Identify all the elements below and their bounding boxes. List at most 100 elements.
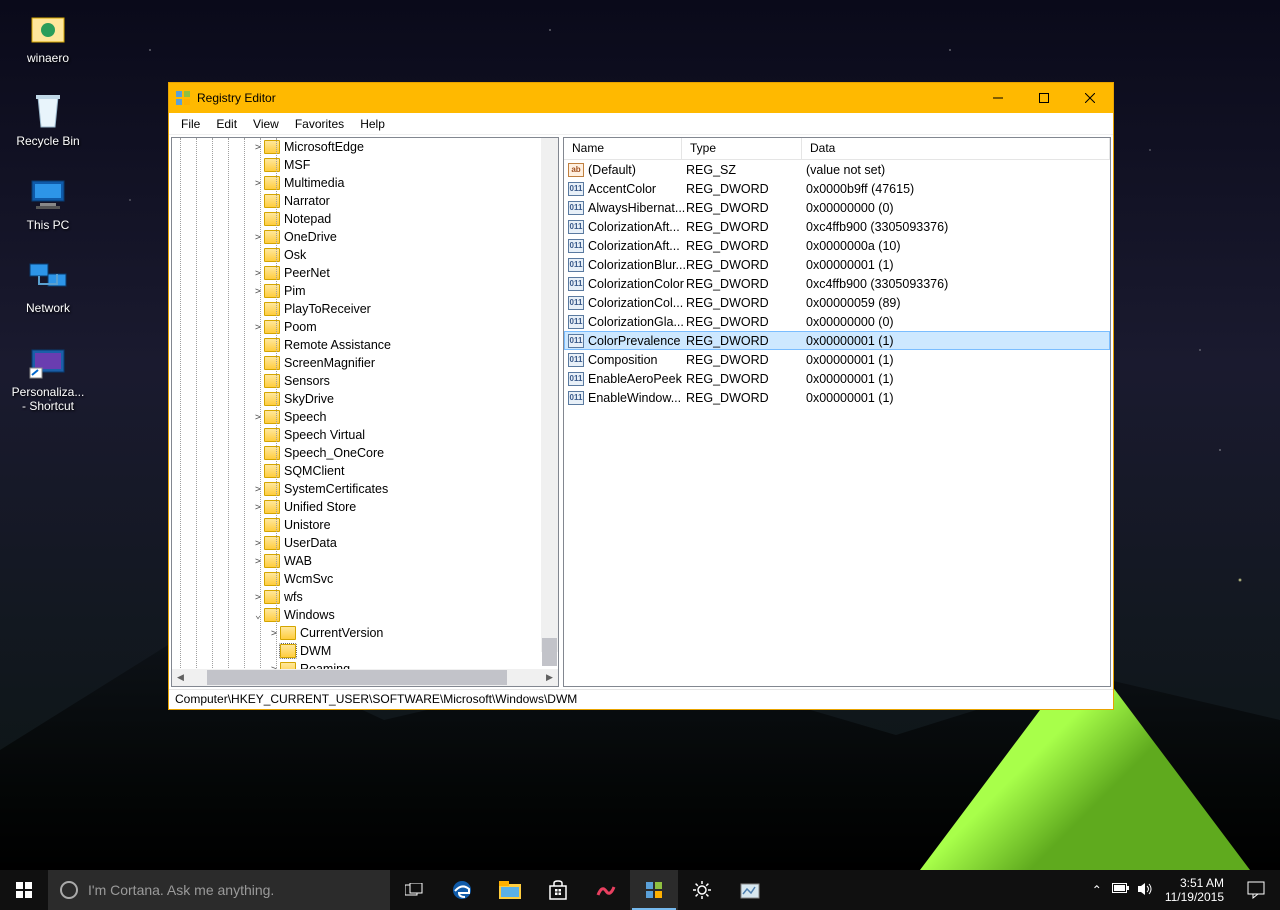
action-center-button[interactable] xyxy=(1232,870,1280,910)
chevron-right-icon[interactable]: > xyxy=(252,556,264,567)
minimize-button[interactable] xyxy=(975,83,1021,113)
start-button[interactable] xyxy=(0,870,48,910)
tray-battery-icon[interactable] xyxy=(1109,883,1133,898)
column-name[interactable]: Name xyxy=(564,138,682,159)
edge-icon xyxy=(451,879,473,901)
file-explorer-icon xyxy=(499,881,521,899)
chevron-right-icon[interactable]: > xyxy=(252,538,264,549)
taskbar-app-edge[interactable] xyxy=(438,870,486,910)
tree-node-label: wfs xyxy=(284,590,303,604)
values-list[interactable]: ab(Default)REG_SZ(value not set)011Accen… xyxy=(564,160,1110,686)
registry-value-row[interactable]: 011ColorizationCol...REG_DWORD0x00000059… xyxy=(564,293,1110,312)
folder-icon xyxy=(264,536,280,550)
taskbar-app-store[interactable] xyxy=(534,870,582,910)
statusbar: Computer\HKEY_CURRENT_USER\SOFTWARE\Micr… xyxy=(169,689,1113,709)
chevron-right-icon[interactable]: > xyxy=(252,484,264,495)
value-name: ColorizationGla... xyxy=(588,315,686,329)
folder-icon xyxy=(264,140,280,154)
tree-node-label: MSF xyxy=(284,158,310,172)
tree-node-label: Poom xyxy=(284,320,317,334)
registry-value-row[interactable]: 011ColorizationBlur...REG_DWORD0x0000000… xyxy=(564,255,1110,274)
registry-value-row[interactable]: 011ColorizationAft...REG_DWORD0xc4ffb900… xyxy=(564,217,1110,236)
tree-vertical-scrollbar[interactable] xyxy=(541,138,558,652)
winaero-icon xyxy=(596,881,616,899)
folder-icon xyxy=(280,644,296,658)
task-view-button[interactable] xyxy=(390,870,438,910)
computer-icon xyxy=(26,175,70,215)
folder-icon xyxy=(264,482,280,496)
close-button[interactable] xyxy=(1067,83,1113,113)
value-data: 0x00000001 (1) xyxy=(806,258,1110,272)
desktop-icon-recycle-bin[interactable]: Recycle Bin xyxy=(8,91,88,148)
chevron-right-icon[interactable]: > xyxy=(252,412,264,423)
registry-value-row[interactable]: 011ColorizationAft...REG_DWORD0x0000000a… xyxy=(564,236,1110,255)
registry-value-row[interactable]: 011ColorizationColorREG_DWORD0xc4ffb900 … xyxy=(564,274,1110,293)
folder-icon xyxy=(264,320,280,334)
chevron-right-icon[interactable]: > xyxy=(252,268,264,279)
taskbar-app-settings[interactable] xyxy=(678,870,726,910)
tree-node-label: PeerNet xyxy=(284,266,330,280)
chevron-right-icon[interactable]: > xyxy=(252,592,264,603)
desktop-icon-personalization-shortcut[interactable]: Personaliza... - Shortcut xyxy=(8,342,88,414)
value-name: AccentColor xyxy=(588,182,686,196)
column-data[interactable]: Data xyxy=(802,138,1110,159)
registry-value-row[interactable]: 011AlwaysHibernat...REG_DWORD0x00000000 … xyxy=(564,198,1110,217)
chevron-down-icon[interactable]: ⌄ xyxy=(252,610,264,621)
desktop-icons: winaero Recycle Bin This PC Network Pers… xyxy=(8,8,88,439)
column-type[interactable]: Type xyxy=(682,138,802,159)
chevron-right-icon[interactable]: > xyxy=(252,232,264,243)
scroll-right-icon[interactable]: ▶ xyxy=(541,669,558,686)
value-type: REG_DWORD xyxy=(686,182,806,196)
value-type: REG_DWORD xyxy=(686,334,806,348)
taskbar-clock[interactable]: 3:51 AM 11/19/2015 xyxy=(1157,876,1232,905)
chevron-right-icon[interactable]: > xyxy=(252,322,264,333)
window-title: Registry Editor xyxy=(197,91,975,105)
taskbar-app-regedit[interactable] xyxy=(630,870,678,910)
titlebar[interactable]: Registry Editor xyxy=(169,83,1113,113)
chevron-right-icon[interactable]: > xyxy=(252,502,264,513)
menu-help[interactable]: Help xyxy=(352,115,393,133)
taskbar-app-generic[interactable] xyxy=(726,870,774,910)
store-icon xyxy=(548,880,568,900)
tray-volume-icon[interactable] xyxy=(1133,882,1157,899)
scroll-left-icon[interactable]: ◀ xyxy=(172,669,189,686)
desktop-icon-winaero[interactable]: winaero xyxy=(8,8,88,65)
chevron-right-icon[interactable]: > xyxy=(252,286,264,297)
taskbar-app-winaero[interactable] xyxy=(582,870,630,910)
tree-node-label: Speech xyxy=(284,410,326,424)
menu-file[interactable]: File xyxy=(173,115,208,133)
chevron-right-icon[interactable]: > xyxy=(252,178,264,189)
desktop-icon-network[interactable]: Network xyxy=(8,258,88,315)
tree-horizontal-scrollbar[interactable]: ◀ ▶ xyxy=(172,669,558,686)
tree-node-label: CurrentVersion xyxy=(300,626,383,640)
chevron-right-icon[interactable]: > xyxy=(252,142,264,153)
registry-value-row[interactable]: 011CompositionREG_DWORD0x00000001 (1) xyxy=(564,350,1110,369)
menu-view[interactable]: View xyxy=(245,115,287,133)
folder-icon xyxy=(264,356,280,370)
value-type: REG_SZ xyxy=(686,163,806,177)
cortana-icon xyxy=(60,881,78,899)
tree-pane: >MicrosoftEdgeMSF>MultimediaNarratorNote… xyxy=(171,137,559,687)
desktop-icon-this-pc[interactable]: This PC xyxy=(8,175,88,232)
registry-value-row[interactable]: 011EnableAeroPeekREG_DWORD0x00000001 (1) xyxy=(564,369,1110,388)
cortana-search[interactable]: I'm Cortana. Ask me anything. xyxy=(48,870,390,910)
chevron-right-icon[interactable]: > xyxy=(268,628,280,639)
registry-value-row[interactable]: 011AccentColorREG_DWORD0x0000b9ff (47615… xyxy=(564,179,1110,198)
tray-overflow-button[interactable]: ⌃ xyxy=(1085,883,1109,897)
folder-icon xyxy=(264,500,280,514)
menu-edit[interactable]: Edit xyxy=(208,115,245,133)
tree-node-label: Roaming xyxy=(300,662,350,669)
registry-value-row[interactable]: 011ColorPrevalenceREG_DWORD0x00000001 (1… xyxy=(564,331,1110,350)
folder-icon xyxy=(264,266,280,280)
registry-tree[interactable]: >MicrosoftEdgeMSF>MultimediaNarratorNote… xyxy=(172,138,558,669)
folder-icon xyxy=(264,194,280,208)
registry-value-row[interactable]: 011ColorizationGla...REG_DWORD0x00000000… xyxy=(564,312,1110,331)
maximize-button[interactable] xyxy=(1021,83,1067,113)
registry-value-row[interactable]: ab(Default)REG_SZ(value not set) xyxy=(564,160,1110,179)
tree-node-label: Multimedia xyxy=(284,176,344,190)
folder-icon xyxy=(264,590,280,604)
value-data: 0xc4ffb900 (3305093376) xyxy=(806,277,1110,291)
menu-favorites[interactable]: Favorites xyxy=(287,115,352,133)
registry-value-row[interactable]: 011EnableWindow...REG_DWORD0x00000001 (1… xyxy=(564,388,1110,407)
taskbar-app-explorer[interactable] xyxy=(486,870,534,910)
